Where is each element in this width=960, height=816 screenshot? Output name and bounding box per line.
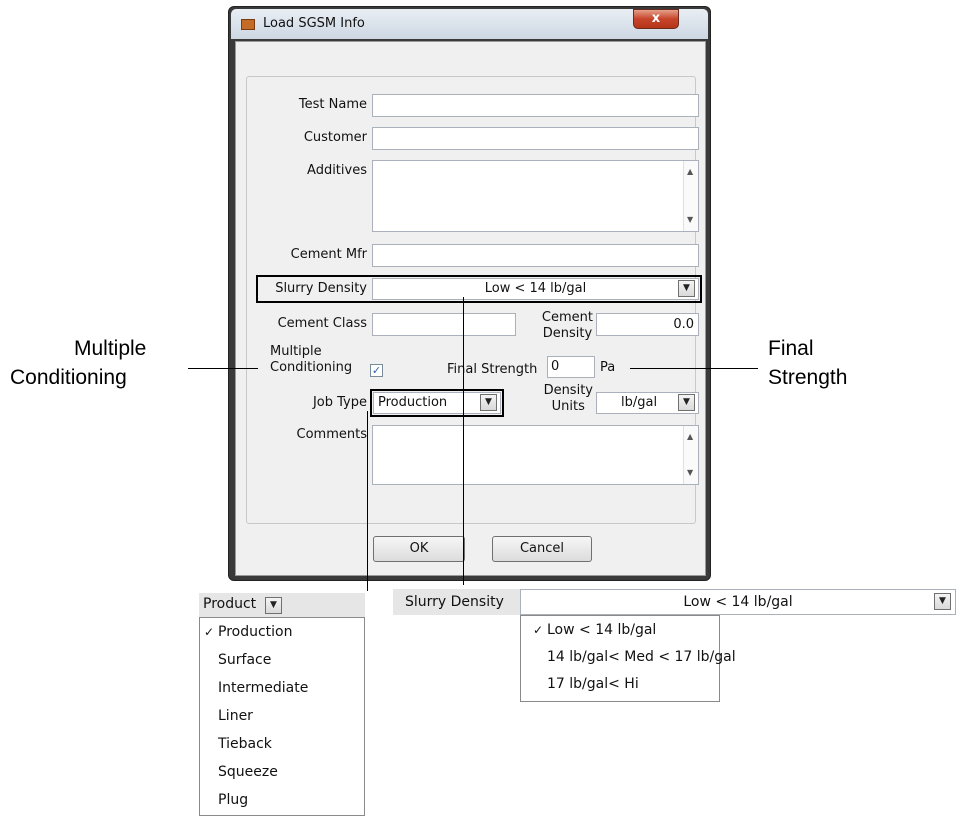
comments-textarea[interactable]: ▲ ▼: [372, 425, 699, 485]
job-type-option-intermediate[interactable]: Intermediate: [200, 680, 308, 696]
close-button[interactable]: x: [633, 9, 679, 29]
option-label: Intermediate: [218, 680, 309, 696]
cancel-button[interactable]: Cancel: [492, 536, 592, 562]
cement-class-input[interactable]: [372, 313, 516, 336]
job-type-label: Job Type: [312, 395, 367, 410]
slurry-density-dropdown-select[interactable]: Low < 14 lb/gal ▼: [520, 589, 956, 615]
slurry-density-dropdown-value: Low < 14 lb/gal: [683, 594, 793, 610]
density-units-label-line2: Units: [551, 399, 585, 414]
slurry-density-select[interactable]: Low < 14 lb/gal ▼: [372, 278, 699, 300]
job-type-option-surface[interactable]: Surface: [200, 652, 271, 668]
density-units-select[interactable]: lb/gal ▼: [596, 392, 699, 414]
slurry-density-option-hi[interactable]: 17 lb/gal< Hi: [529, 676, 639, 692]
slurry-density-value: Low < 14 lb/gal: [484, 281, 587, 296]
cement-density-label: Cement Density: [542, 310, 593, 342]
option-label: Tieback: [218, 736, 272, 752]
test-name-label: Test Name: [298, 97, 367, 112]
option-label: Surface: [218, 652, 272, 668]
option-label: Plug: [218, 792, 249, 808]
cement-mfr-label: Cement Mfr: [290, 247, 367, 262]
option-label: 14 lb/gal< Med < 17 lb/gal: [547, 649, 736, 665]
chevron-down-icon[interactable]: ▼: [934, 593, 951, 610]
slurry-density-option-list: ✓ Low < 14 lb/gal 14 lb/gal< Med < 17 lb/…: [520, 615, 736, 702]
multiple-conditioning-label-line1: Multiple: [270, 344, 322, 359]
customer-label: Customer: [303, 130, 367, 145]
job-type-option-squeeze[interactable]: Squeeze: [200, 764, 278, 780]
scroll-up-icon[interactable]: ▲: [687, 167, 693, 176]
chevron-down-icon[interactable]: ▼: [265, 597, 282, 614]
ok-button[interactable]: OK: [373, 536, 465, 562]
final-strength-unit: Pa: [600, 360, 616, 375]
chevron-down-icon[interactable]: ▼: [480, 394, 497, 411]
slurry-density-connector: [463, 297, 464, 585]
title-bar: Load SGSM Info x: [231, 9, 708, 39]
scroll-down-icon[interactable]: ▼: [687, 215, 693, 224]
additives-textarea[interactable]: ▲ ▼: [372, 160, 699, 232]
cement-density-label-line2: Density: [542, 326, 593, 341]
density-units-label: Density Units: [544, 383, 593, 415]
callout-multiple-label-line2: Conditioning: [10, 366, 127, 389]
job-type-option-plug[interactable]: Plug: [200, 792, 248, 808]
option-label: Low < 14 lb/gal: [547, 622, 657, 638]
job-type-option-list: ✓ Production Surface Intermediate Liner T…: [199, 617, 365, 816]
comments-label: Comments: [296, 427, 367, 442]
job-type-option-production[interactable]: ✓ Production: [200, 624, 293, 640]
option-label: Squeeze: [218, 764, 278, 780]
density-units-value: lb/gal: [621, 395, 658, 410]
job-type-value: Production: [378, 395, 448, 410]
additives-scrollbar[interactable]: ▲ ▼: [683, 161, 698, 231]
callout-final-label-line2: Strength: [768, 366, 848, 389]
test-name-input[interactable]: [372, 94, 699, 117]
job-type-select[interactable]: Production ▼: [373, 392, 501, 414]
checkmark-icon: ✓: [532, 623, 544, 637]
dialog-body: Test Name Customer Additives ▲ ▼ Cement …: [235, 41, 706, 576]
additives-label: Additives: [307, 163, 367, 178]
app-icon: [241, 19, 255, 30]
option-label: Liner: [218, 708, 253, 724]
slurry-density-dropdown-header: Slurry Density: [393, 589, 520, 615]
chevron-down-icon[interactable]: ▼: [678, 394, 695, 411]
cement-density-label-line1: Cement: [541, 310, 593, 325]
slurry-density-dropdown-label: Slurry Density: [405, 594, 504, 610]
comments-scrollbar[interactable]: ▲ ▼: [683, 426, 698, 484]
job-type-connector: [367, 411, 368, 591]
multiple-conditioning-checkbox[interactable]: ✓: [370, 364, 383, 377]
final-strength-label: Final Strength: [447, 362, 538, 377]
multiple-conditioning-label-line2: Conditioning: [270, 360, 353, 375]
callout-final-leader: [630, 368, 758, 369]
slurry-density-label: Slurry Density: [275, 281, 367, 296]
customer-input[interactable]: [372, 127, 699, 150]
multiple-conditioning-label: Multiple Conditioning: [270, 344, 352, 376]
option-label: Production: [218, 624, 293, 640]
dialog-title: Load SGSM Info: [263, 16, 365, 31]
cement-class-label: Cement Class: [277, 316, 367, 331]
cement-mfr-input[interactable]: [372, 244, 699, 267]
checkmark-icon: ✓: [203, 625, 215, 639]
density-units-label-line1: Density: [543, 383, 593, 398]
slurry-density-option-low[interactable]: ✓ Low < 14 lb/gal: [529, 622, 656, 638]
job-type-option-liner[interactable]: Liner: [200, 708, 253, 724]
scroll-down-icon[interactable]: ▼: [687, 468, 693, 477]
chevron-down-icon[interactable]: ▼: [678, 280, 695, 297]
job-type-dropdown-label: Product: [203, 596, 257, 612]
job-type-option-tieback[interactable]: Tieback: [200, 736, 272, 752]
scroll-up-icon[interactable]: ▲: [687, 432, 693, 441]
callout-final-label-line1: Final: [768, 337, 814, 360]
load-sgsm-info-dialog: Load SGSM Info x Test Name Customer Addi…: [228, 6, 711, 581]
job-type-dropdown-header: Product ▼: [199, 593, 365, 617]
slurry-density-option-med[interactable]: 14 lb/gal< Med < 17 lb/gal: [529, 649, 736, 665]
final-strength-input[interactable]: 0: [547, 356, 595, 378]
cement-density-input[interactable]: 0.0: [596, 313, 699, 336]
option-label: 17 lb/gal< Hi: [547, 676, 639, 692]
callout-multiple-label-line1: Multiple: [74, 337, 147, 360]
callout-multiple-leader: [188, 368, 258, 369]
